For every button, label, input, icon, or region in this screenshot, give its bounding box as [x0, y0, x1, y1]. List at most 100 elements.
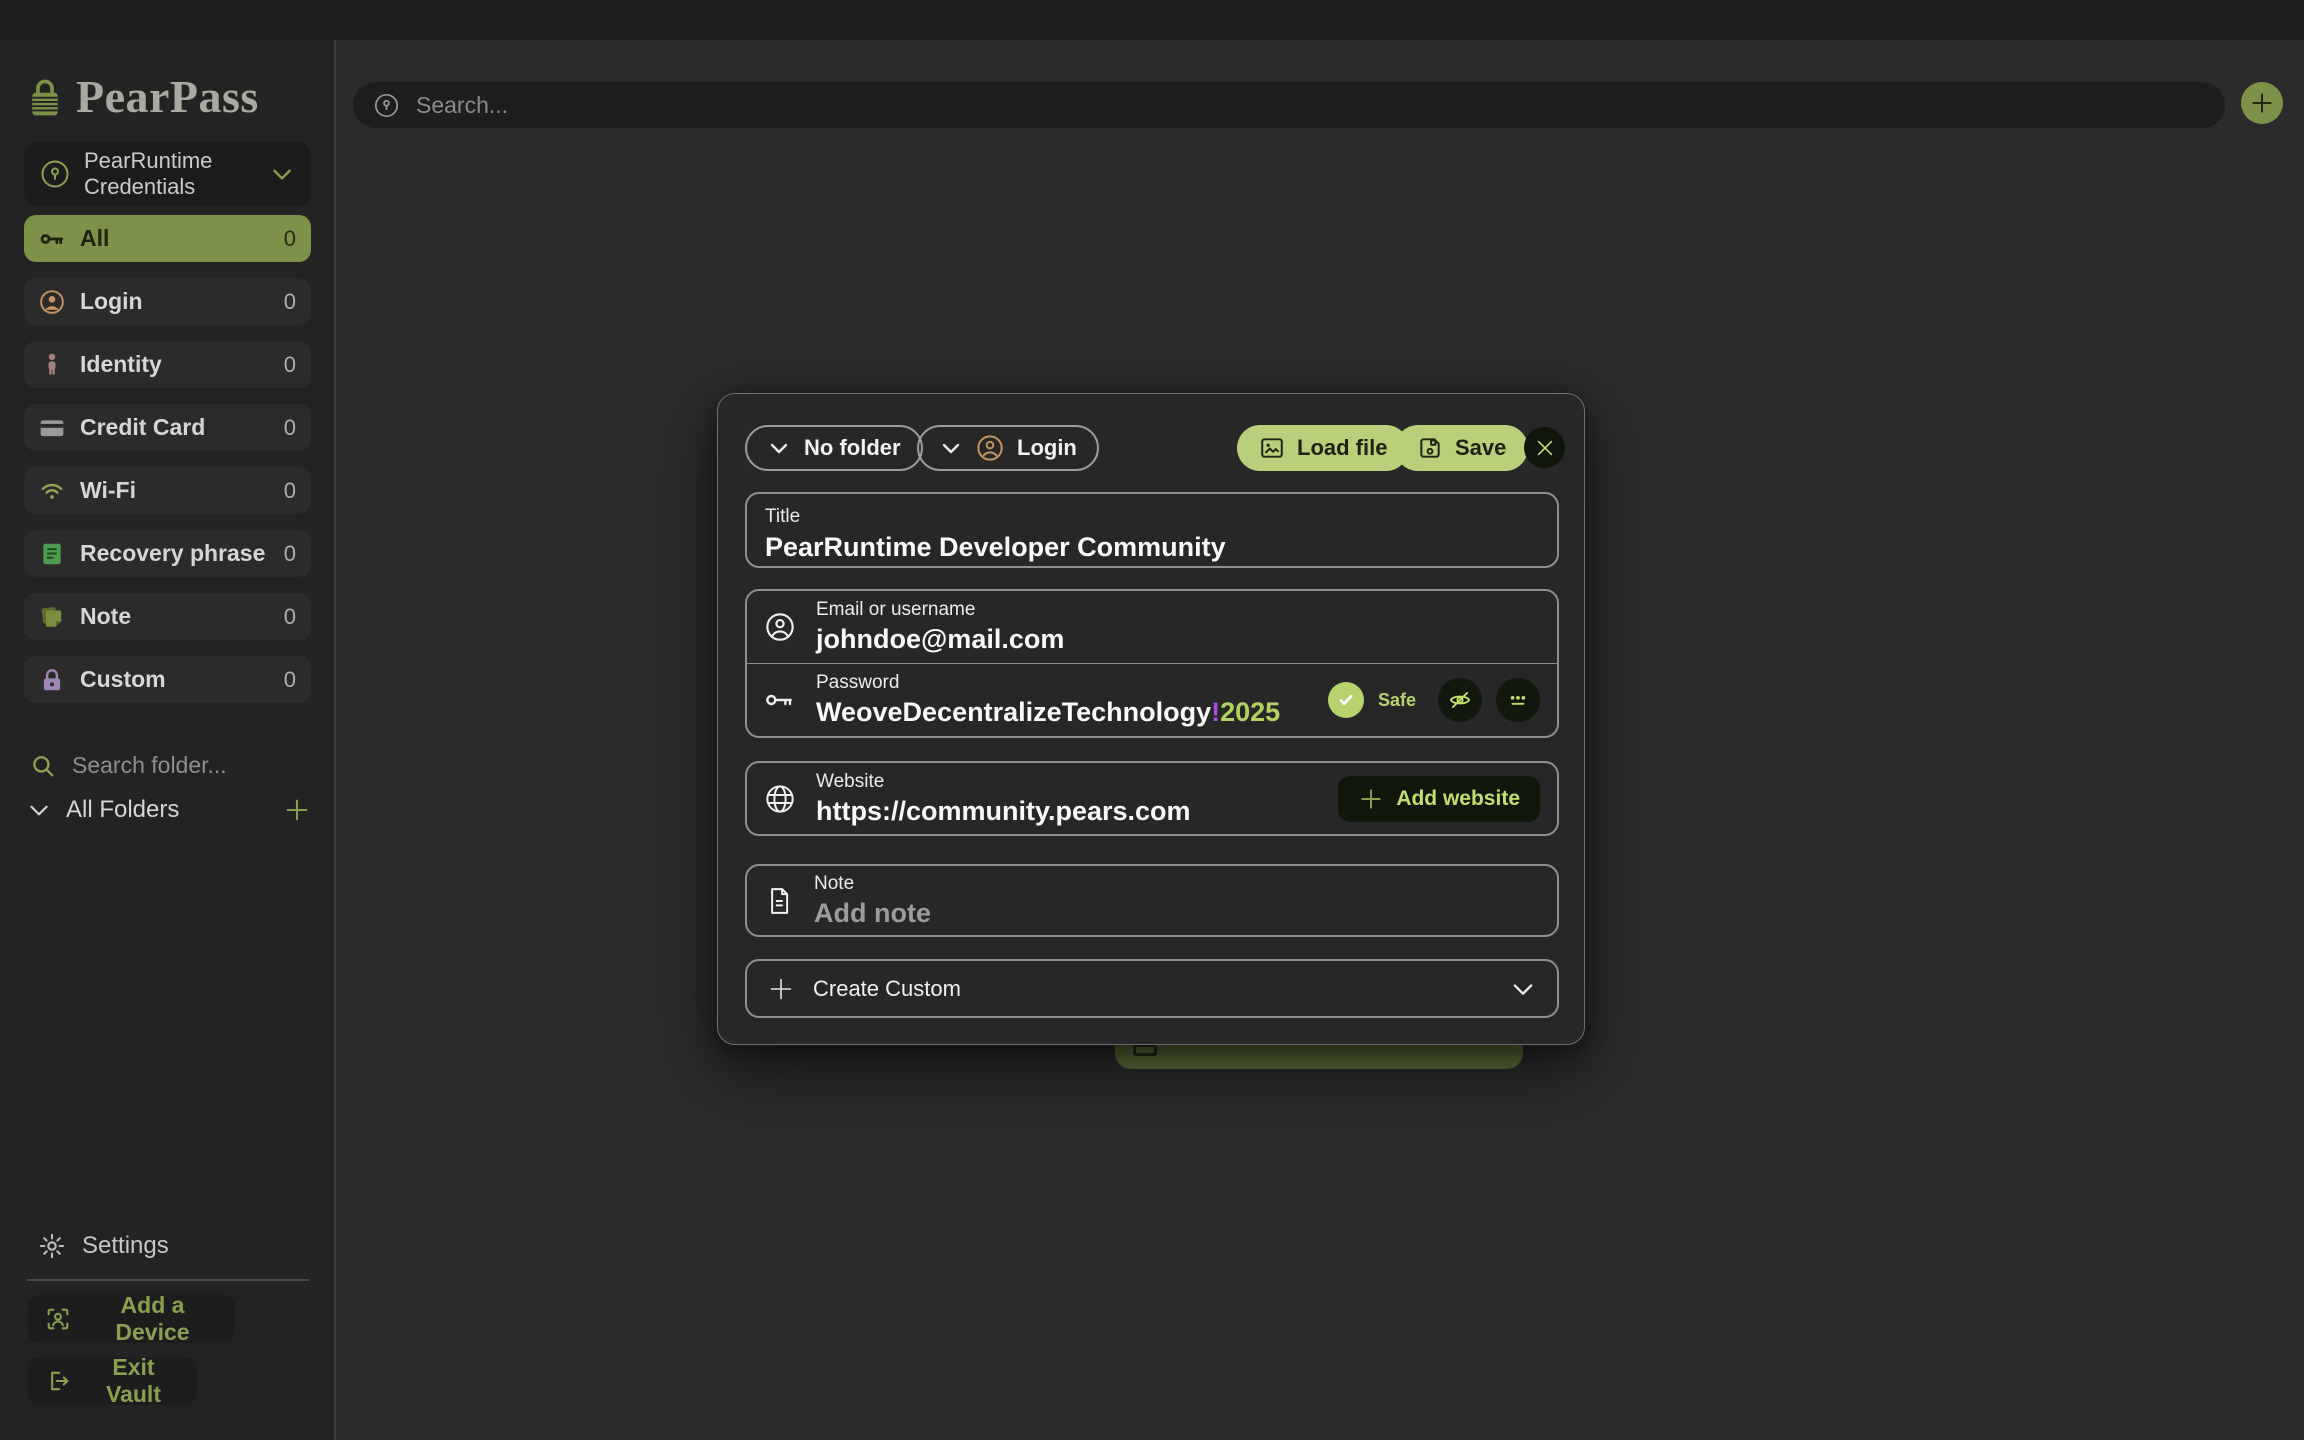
item-count: 0 [284, 415, 296, 441]
close-icon [1534, 437, 1556, 459]
keyhole-circle-icon [40, 159, 70, 189]
item-count: 0 [284, 478, 296, 504]
item-count: 0 [284, 226, 296, 252]
note-label: Note [814, 873, 931, 895]
vault-selector[interactable]: PearRuntime Credentials [24, 142, 311, 206]
global-search-input[interactable] [416, 92, 2205, 119]
padlock-icon [39, 667, 65, 693]
sidebar-item-recovery-phrase[interactable]: Recovery phrase 0 [24, 530, 311, 577]
create-custom-row[interactable]: Create Custom [745, 959, 1559, 1018]
create-custom-label: Create Custom [813, 976, 961, 1002]
main-area: No folder Login Load file Save Title Pea… [336, 40, 2304, 1440]
sidebar-item-all[interactable]: All 0 [24, 215, 311, 262]
folder-search [30, 752, 282, 779]
sidebar-item-note[interactable]: Note 0 [24, 593, 311, 640]
wifi-icon [39, 478, 65, 504]
keyhole-search-icon [373, 92, 400, 119]
type-dropdown[interactable]: Login [917, 425, 1099, 471]
email-field[interactable]: Email or username johndoe@mail.com [747, 591, 1557, 663]
person-icon [39, 352, 65, 378]
image-icon [1259, 435, 1285, 461]
add-folder-button[interactable] [283, 796, 311, 824]
sidebar-item-wifi[interactable]: Wi-Fi 0 [24, 467, 311, 514]
save-icon [1417, 435, 1443, 461]
vault-name: PearRuntime Credentials [84, 148, 255, 200]
chevron-down-icon [1509, 975, 1537, 1003]
sidebar: PearPass PearRuntime Credentials All 0 L… [0, 40, 336, 1440]
note-icon [39, 604, 65, 630]
website-value: https://community.pears.com [816, 796, 1191, 827]
folders-expand-button[interactable] [26, 797, 52, 823]
credentials-group: Email or username johndoe@mail.com Passw… [745, 589, 1559, 738]
window-titlebar [0, 0, 2304, 40]
globe-icon [764, 783, 796, 815]
chevron-down-icon [939, 436, 963, 460]
safe-check-icon [1328, 682, 1364, 718]
add-device-label: Add a Device [86, 1292, 219, 1346]
password-options-button[interactable] [1496, 678, 1540, 722]
folder-search-input[interactable] [72, 752, 282, 779]
password-controls: Safe [1328, 678, 1540, 722]
global-search [353, 82, 2225, 128]
password-status-badge: Safe [1378, 690, 1416, 711]
key-icon [39, 226, 65, 252]
app-root: PearPass PearRuntime Credentials All 0 L… [0, 0, 2304, 1440]
logout-icon [44, 1367, 72, 1395]
email-label: Email or username [816, 599, 1064, 621]
sidebar-item-custom[interactable]: Custom 0 [24, 656, 311, 703]
website-label: Website [816, 771, 1191, 793]
sidebar-divider [27, 1279, 309, 1281]
user-circle-icon [764, 611, 796, 643]
gear-icon [38, 1232, 66, 1260]
item-count: 0 [284, 352, 296, 378]
title-field[interactable]: Title PearRuntime Developer Community [745, 492, 1559, 568]
password-field[interactable]: Password WeoveDecentralizeTechnology!202… [747, 664, 1557, 736]
email-value: johndoe@mail.com [816, 624, 1064, 655]
item-count: 0 [284, 667, 296, 693]
save-button[interactable]: Save [1395, 425, 1528, 471]
save-icon [1133, 1044, 1157, 1056]
item-count: 0 [284, 604, 296, 630]
app-logo: PearPass [28, 70, 259, 123]
user-circle-icon [976, 434, 1004, 462]
ellipsis-icon [1505, 687, 1531, 713]
chevron-down-icon [269, 161, 295, 187]
close-button[interactable] [1524, 427, 1565, 468]
add-device-button[interactable]: Add a Device [28, 1295, 235, 1343]
item-count: 0 [284, 289, 296, 315]
document-icon [39, 541, 65, 567]
toggle-password-visibility-button[interactable] [1438, 678, 1482, 722]
sidebar-item-login[interactable]: Login 0 [24, 278, 311, 325]
password-label: Password [816, 672, 1280, 694]
sidebar-item-identity[interactable]: Identity 0 [24, 341, 311, 388]
search-icon [30, 753, 56, 779]
add-website-button[interactable]: Add website [1338, 776, 1540, 822]
title-value: PearRuntime Developer Community [765, 532, 1557, 563]
website-field[interactable]: Website https://community.pears.com Add … [745, 761, 1559, 836]
plus-icon [283, 796, 311, 824]
note-placeholder: Add note [814, 898, 931, 929]
app-title: PearPass [76, 70, 259, 123]
title-label: Title [765, 506, 1557, 528]
key-icon [764, 684, 796, 716]
all-folders-label: All Folders [66, 796, 179, 824]
lock-logo-icon [28, 75, 62, 119]
plus-icon [1358, 786, 1384, 812]
add-device-icon [44, 1305, 72, 1333]
add-item-button[interactable] [2241, 82, 2283, 124]
eye-off-icon [1447, 687, 1473, 713]
user-circle-icon [39, 289, 65, 315]
all-folders-row: All Folders [26, 796, 311, 824]
exit-vault-label: Exit Vault [86, 1354, 181, 1408]
note-page-icon [764, 886, 794, 916]
folder-dropdown[interactable]: No folder [745, 425, 923, 471]
chevron-down-icon [767, 436, 791, 460]
settings-button[interactable]: Settings [38, 1232, 169, 1260]
password-value: WeoveDecentralizeTechnology!2025 [816, 697, 1280, 728]
sidebar-item-credit-card[interactable]: Credit Card 0 [24, 404, 311, 451]
load-file-button[interactable]: Load file [1237, 425, 1409, 471]
plus-icon [2249, 90, 2275, 116]
note-field[interactable]: Note Add note [745, 864, 1559, 937]
exit-vault-button[interactable]: Exit Vault [28, 1357, 197, 1405]
item-count: 0 [284, 541, 296, 567]
